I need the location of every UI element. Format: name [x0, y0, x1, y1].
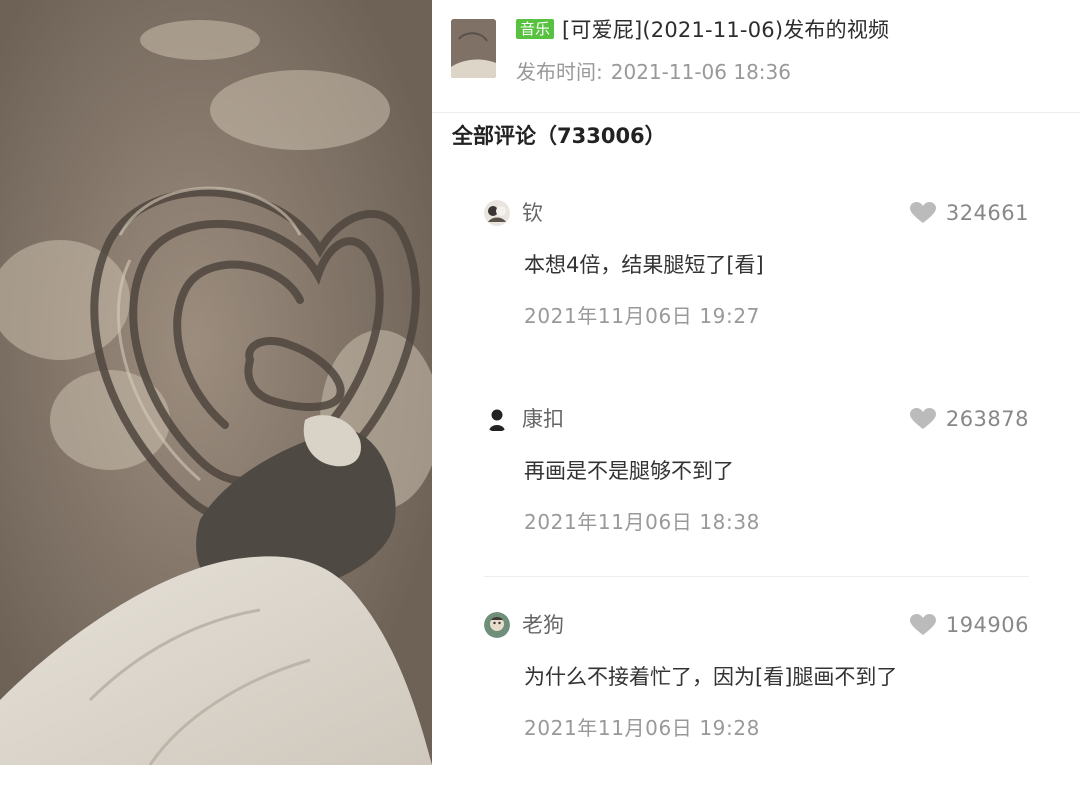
comment-username[interactable]: 钦	[522, 199, 543, 227]
comment-username[interactable]: 康扣	[522, 405, 564, 433]
heart-icon	[909, 202, 936, 223]
publish-time-label: 发布时间:	[516, 60, 603, 84]
like-count: 194906	[945, 613, 1029, 637]
like-button[interactable]: 324661	[909, 199, 1029, 227]
comment-date: 2021年11月06日 19:28	[524, 716, 760, 740]
comment-date: 2021年11月06日 18:38	[524, 510, 760, 534]
comment-text: 为什么不接着忙了，因为[看]腿画不到了	[524, 665, 898, 689]
avatar[interactable]	[484, 612, 510, 638]
comment-item: 钦 324661 本想4倍，结果腿短了[看] 2021年11月06日 19:27	[484, 200, 1029, 400]
heart-icon	[909, 614, 936, 635]
avatar[interactable]	[484, 406, 510, 432]
like-count: 324661	[945, 201, 1029, 225]
like-button[interactable]: 263878	[909, 405, 1029, 433]
heart-icon	[909, 408, 936, 429]
video-photo	[0, 0, 432, 765]
comment-text: 本想4倍，结果腿短了[看]	[524, 253, 764, 277]
comments-count-header: 全部评论（733006）	[452, 124, 666, 148]
comment-item: 老狗 194906 为什么不接着忙了，因为[看]腿画不到了 2021年11月06…	[484, 612, 1029, 812]
comment-date: 2021年11月06日 19:27	[524, 304, 760, 328]
publish-time-value: 2021-11-06 18:36	[610, 60, 791, 84]
comment-item: 康扣 263878 再画是不是腿够不到了 2021年11月06日 18:38	[484, 406, 1029, 606]
comment-divider	[484, 576, 1029, 577]
comments-panel: 音乐 [可爱屁](2021-11-06)发布的视频 发布时间: 2021-11-0…	[432, 0, 1080, 765]
like-count: 263878	[945, 407, 1029, 431]
post-title[interactable]: [可爱屁](2021-11-06)发布的视频	[562, 14, 889, 44]
post-header: 音乐 [可爱屁](2021-11-06)发布的视频 发布时间: 2021-11-0…	[432, 0, 1080, 113]
avatar[interactable]	[484, 200, 510, 226]
category-tag[interactable]: 音乐	[516, 19, 555, 39]
like-button[interactable]: 194906	[909, 611, 1029, 639]
post-thumbnail[interactable]	[451, 19, 496, 78]
publish-time: 发布时间: 2021-11-06 18:36	[516, 56, 799, 85]
comment-text: 再画是不是腿够不到了	[524, 459, 734, 483]
post-title-row: 音乐 [可爱屁](2021-11-06)发布的视频	[516, 16, 889, 42]
comment-username[interactable]: 老狗	[522, 611, 564, 639]
